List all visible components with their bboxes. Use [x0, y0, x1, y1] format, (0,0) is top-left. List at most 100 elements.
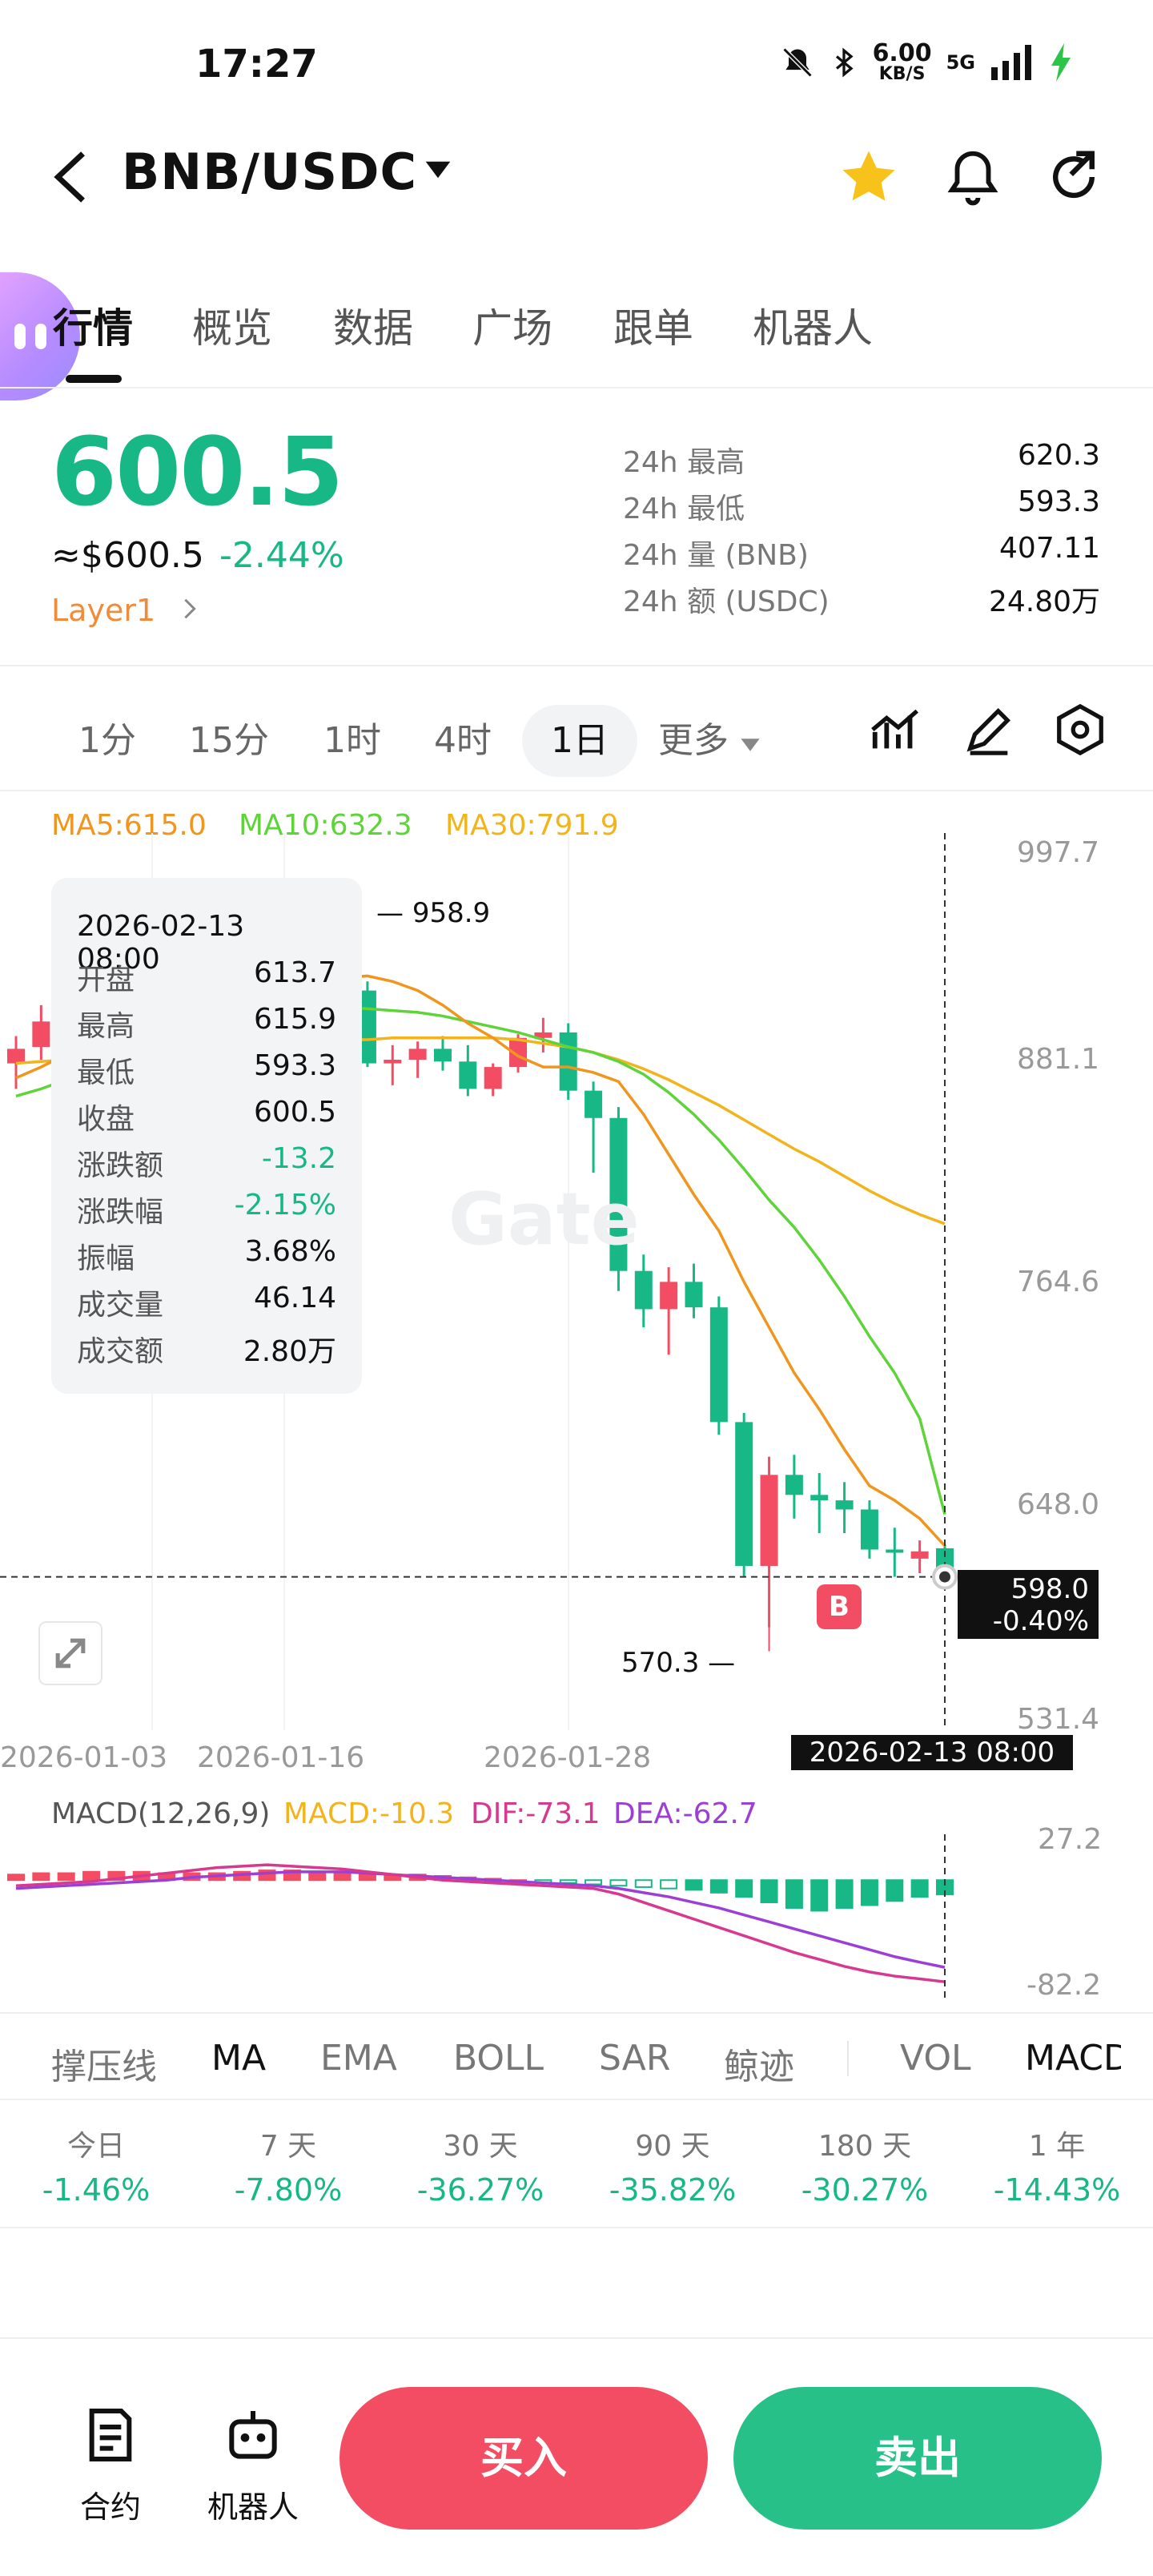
crosshair-dot-core: [939, 1571, 950, 1583]
macd-bar: [585, 1879, 603, 1886]
settings-hex-icon[interactable]: [1052, 702, 1108, 758]
fullscreen-button[interactable]: [38, 1621, 102, 1685]
tooltip-row: 收盘 600.5: [77, 1096, 336, 1136]
macd-legend: MACD(12,26,9): [51, 1797, 271, 1830]
candle-body: [860, 1509, 878, 1550]
contract-button[interactable]: 合约: [54, 2403, 167, 2526]
usd-price: ≈$600.5: [51, 535, 204, 576]
tf-15m[interactable]: 15分: [189, 705, 269, 777]
expand-icon: [55, 1638, 86, 1668]
perf-7d: 7 天 -7.80%: [234, 2130, 343, 2208]
main-tabs: 行情 概览 数据 广场 跟单 机器人: [0, 280, 1153, 388]
buy-marker[interactable]: B: [817, 1584, 862, 1629]
network-type: 5G: [946, 51, 975, 74]
tab-overview[interactable]: 概览: [192, 296, 272, 354]
tab-underline: [66, 375, 122, 383]
perf-today: 今日 -1.46%: [42, 2130, 151, 2208]
candle-body: [484, 1067, 502, 1089]
candle-body: [709, 1307, 728, 1423]
tooltip-row: 最高 615.9: [77, 1003, 336, 1043]
candle-body: [760, 1475, 778, 1566]
tooltip-row: 涨跌幅 -2.15%: [77, 1189, 336, 1229]
status-icons: 6.00 KB/S 5G: [780, 42, 1073, 83]
y-tick: 764.6: [1017, 1266, 1100, 1298]
draw-pencil-icon[interactable]: [961, 702, 1017, 758]
tab-bots[interactable]: 机器人: [753, 296, 873, 354]
x-tick: 2026-01-16: [197, 1741, 365, 1774]
contract-doc-icon: [89, 2409, 132, 2461]
y-tick: 648.0: [1017, 1488, 1100, 1521]
macd-chart[interactable]: [0, 1834, 993, 2002]
macd-value: MACD:-10.3: [283, 1797, 455, 1830]
perf-1y: 1 年 -14.43%: [993, 2130, 1121, 2208]
net-speed: 6.00 KB/S: [872, 39, 932, 84]
candle-body: [32, 1021, 50, 1048]
indicator-bar: 撑压线 MA EMA BOLL SAR 鲸迹 VOL MACD: [0, 2012, 1153, 2100]
chevron-down-icon[interactable]: [424, 160, 452, 179]
macd-bar: [785, 1879, 803, 1909]
macd-bar: [32, 1872, 50, 1882]
x-tick: 2026-01-03: [0, 1741, 168, 1774]
watermark-logo: Gate: [448, 1177, 640, 1262]
ind-sar[interactable]: SAR: [599, 2038, 670, 2079]
sell-button[interactable]: 卖出: [733, 2387, 1102, 2530]
dif-value: DIF:-73.1: [471, 1797, 601, 1830]
candle-body: [835, 1500, 854, 1510]
perf-90d: 90 天 -35.82%: [609, 2130, 737, 2208]
macd-bar: [709, 1879, 728, 1894]
macd-bar: [7, 1874, 25, 1882]
ind-vol[interactable]: VOL: [900, 2038, 970, 2079]
macd-bar: [82, 1870, 101, 1882]
sector-tag[interactable]: Layer1: [51, 593, 202, 628]
candle-body: [685, 1282, 703, 1308]
perf-30d: 30 天 -36.27%: [416, 2130, 544, 2208]
candle-body: [886, 1549, 904, 1553]
ind-macd[interactable]: MACD: [1025, 2038, 1121, 2079]
candle-body: [810, 1495, 829, 1501]
tf-1h[interactable]: 1时: [323, 705, 381, 777]
low-marker: 570.3 —: [621, 1647, 736, 1679]
tab-data[interactable]: 数据: [333, 296, 413, 354]
tf-1m[interactable]: 1分: [78, 705, 136, 777]
tf-more[interactable]: 更多: [658, 705, 761, 777]
tf-1d[interactable]: 1日: [522, 705, 637, 777]
y-tick: 881.1: [1017, 1043, 1100, 1076]
indicator-icon[interactable]: [868, 702, 924, 758]
bell-icon[interactable]: [942, 146, 1004, 208]
tab-market[interactable]: 行情: [53, 296, 133, 354]
ind-ma[interactable]: MA: [211, 2038, 266, 2079]
share-icon[interactable]: [1043, 146, 1105, 208]
stat-turnover: 24h 额 (USDC) 24.80万: [623, 586, 1100, 618]
macd-bar: [810, 1879, 829, 1912]
candle-body: [910, 1551, 929, 1559]
ind-support[interactable]: 撑压线: [51, 2038, 157, 2089]
tf-4h[interactable]: 4时: [434, 705, 492, 777]
stat-volume: 24h 量 (BNB) 407.11: [623, 532, 1100, 572]
macd-y-tick: 27.2: [1038, 1823, 1103, 1856]
ind-ema[interactable]: EMA: [320, 2038, 397, 2079]
pair-title[interactable]: BNB/USDC: [122, 143, 417, 201]
macd-bar: [609, 1879, 628, 1887]
macd-bar: [634, 1879, 653, 1888]
candle-body: [384, 1060, 402, 1064]
robot-icon: [229, 2411, 277, 2459]
macd-bar: [860, 1879, 878, 1906]
ohlc-tooltip: 2026-02-13 08:00 开盘 613.7 最高 615.9 最低 593.3…: [51, 878, 362, 1394]
candle-body: [785, 1475, 803, 1495]
tab-square[interactable]: 广场: [472, 296, 552, 354]
bot-button[interactable]: 机器人: [197, 2403, 309, 2526]
divider: [0, 790, 1153, 791]
macd-bar: [735, 1879, 753, 1898]
tooltip-row: 成交量 46.14: [77, 1282, 336, 1322]
status-time: 17:27: [195, 42, 318, 87]
tab-copy-trade[interactable]: 跟单: [613, 296, 693, 354]
back-arrow-icon[interactable]: [48, 149, 93, 205]
macd-bar: [685, 1879, 703, 1891]
dea-value: DEA:-62.7: [613, 1797, 757, 1830]
ind-whale[interactable]: 鲸迹: [724, 2038, 794, 2089]
buy-button[interactable]: 买入: [339, 2387, 708, 2530]
ind-boll[interactable]: BOLL: [453, 2038, 544, 2079]
candle-body: [559, 1032, 577, 1091]
star-icon[interactable]: [838, 146, 900, 208]
candle-body: [634, 1270, 653, 1310]
